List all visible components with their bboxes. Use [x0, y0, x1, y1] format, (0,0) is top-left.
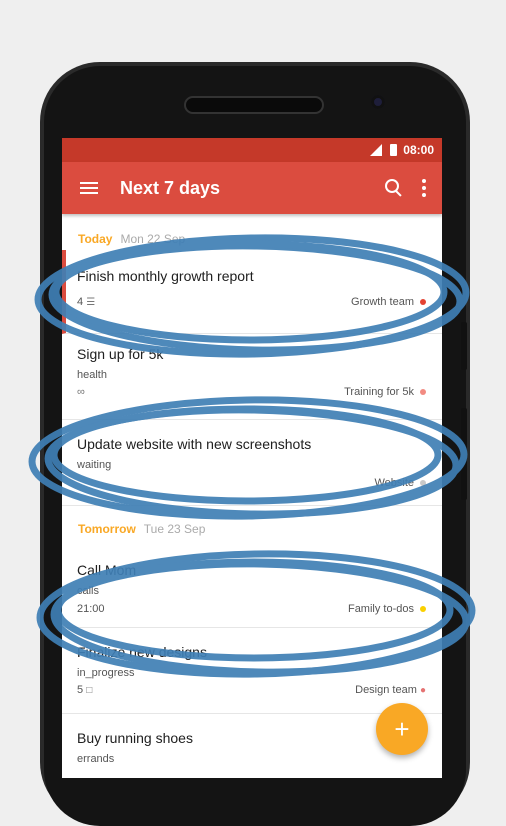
task-time: 21:00 [77, 603, 105, 615]
task-project: Growth team [351, 296, 414, 308]
project-color-dot [420, 389, 426, 395]
project-color-dot [420, 299, 426, 305]
status-bar: 08:00 [62, 138, 442, 162]
plus-icon: + [394, 713, 410, 744]
task-item[interactable]: Finish monthly growth report 4 ☰ Growth … [62, 250, 442, 334]
task-title: Sign up for 5k [77, 346, 164, 362]
section-header-today: Today Mon 22 Sep [62, 214, 442, 250]
task-project: Website [374, 477, 414, 489]
task-label: in_progress [77, 667, 135, 679]
comment-count: 4 [77, 296, 84, 308]
comment-icon: □ [86, 685, 93, 696]
task-title: Finish monthly growth report [77, 268, 254, 284]
task-item[interactable]: Sign up for 5k health ∞ Training for 5k [62, 334, 442, 420]
task-item[interactable]: Finalize new designs in_progress 5 □ Des… [62, 628, 442, 714]
task-item[interactable]: Call Mom calls 21:00 Family to-dos [62, 540, 442, 628]
phone-speaker [184, 96, 324, 114]
section-header-tomorrow: Tomorrow Tue 23 Sep [62, 506, 442, 540]
project-color-dot [420, 480, 426, 486]
task-project: Family to-dos [347, 603, 414, 615]
section-date: Mon 22 Sep [120, 232, 186, 246]
task-item[interactable]: Update website with new screenshots wait… [62, 420, 442, 506]
section-name: Today [78, 232, 113, 246]
add-task-button[interactable]: + [376, 703, 428, 755]
page-title: Next 7 days [120, 177, 221, 198]
task-title: Finalize new designs [77, 644, 207, 660]
section-name: Tomorrow [78, 522, 136, 536]
front-camera-icon [371, 95, 385, 109]
task-title: Call Mom [77, 562, 137, 578]
attachment-icon: ∞ [77, 386, 85, 398]
task-title: Buy running shoes [77, 730, 193, 746]
task-project: Training for 5k [344, 386, 414, 398]
status-time: 08:00 [403, 143, 434, 157]
section-date: Tue 23 Sep [143, 522, 206, 536]
task-project: Design team [355, 684, 417, 696]
app-screen: 08:00 Next 7 days Today Mon 22 Sep Finis… [62, 138, 442, 778]
signal-icon [370, 144, 383, 156]
task-label: waiting [77, 459, 112, 471]
task-label: health [77, 369, 107, 381]
menu-icon[interactable] [80, 182, 98, 194]
battery-icon [390, 144, 398, 156]
task-label: errands [77, 753, 115, 765]
search-icon[interactable] [384, 178, 404, 198]
project-color-dot [420, 606, 426, 612]
comment-count: 5 [77, 684, 84, 696]
task-title: Update website with new screenshots [77, 436, 312, 452]
person-icon: ● [419, 685, 426, 696]
app-bar: Next 7 days [62, 162, 442, 214]
comment-icon: ☰ [86, 297, 96, 308]
task-list: Today Mon 22 Sep Finish monthly growth r… [62, 214, 442, 778]
more-vert-icon[interactable] [422, 179, 426, 197]
power-button [461, 322, 467, 370]
task-label: calls [77, 585, 100, 597]
volume-button [461, 408, 467, 500]
